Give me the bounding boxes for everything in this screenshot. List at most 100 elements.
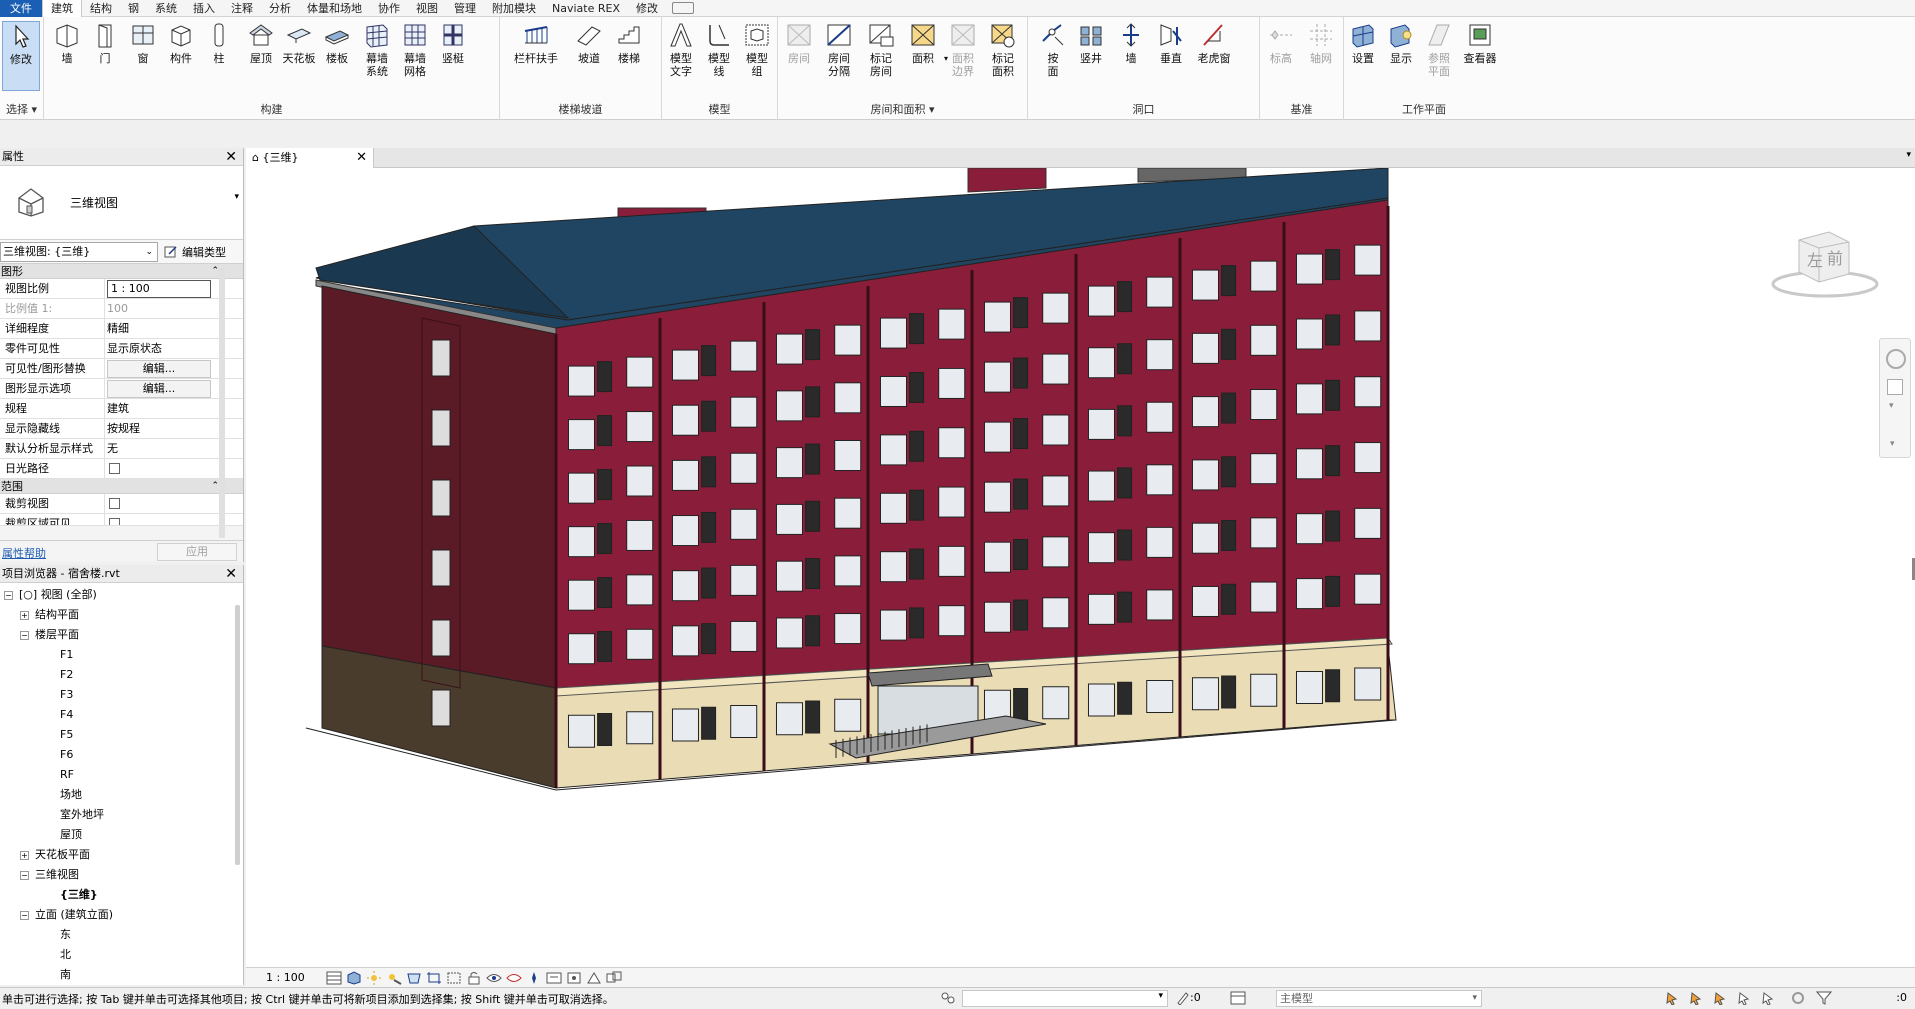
curtain-grid-tool[interactable]: 幕墙 网格 xyxy=(396,21,434,78)
select-underlay-icon[interactable] xyxy=(1690,991,1706,1005)
menu-manage[interactable]: 管理 xyxy=(446,0,484,17)
area-tool[interactable]: 面积 ▾ xyxy=(904,21,948,65)
collapse-icon[interactable]: − xyxy=(20,630,29,640)
wall-tool[interactable]: 墙 xyxy=(48,21,86,65)
properties-help-link[interactable]: 属性帮助 xyxy=(2,545,46,561)
tab-3d-view[interactable]: ⌂ {三维} ✕ xyxy=(246,148,374,168)
collapse-icon[interactable]: ⌃ xyxy=(211,479,219,494)
tag-room-tool[interactable]: 标记 房间 xyxy=(862,21,900,78)
edit-type-button[interactable]: 编辑类型 xyxy=(164,244,226,260)
ceiling-tool[interactable]: 天花板 xyxy=(280,21,318,65)
collapse-icon[interactable]: − xyxy=(20,910,29,920)
tree-item[interactable]: − 立面 (建筑立面) xyxy=(0,905,231,925)
drag-elements-icon[interactable] xyxy=(1762,991,1778,1005)
unlock-3d-icon[interactable] xyxy=(466,971,482,985)
select-by-face-icon[interactable] xyxy=(1738,991,1754,1005)
temp-properties-icon[interactable] xyxy=(526,971,542,985)
browser-scrollbar[interactable] xyxy=(235,605,240,865)
menu-massing-site[interactable]: 体量和场地 xyxy=(299,0,370,17)
select-group-label[interactable]: 选择 ▾ xyxy=(0,102,43,118)
column-tool[interactable]: 柱 xyxy=(200,21,238,65)
expand-icon[interactable]: + xyxy=(20,610,29,620)
tree-item[interactable]: + 天花板平面 xyxy=(0,845,231,865)
tree-item[interactable]: F3 xyxy=(0,685,231,705)
tree-item[interactable]: RF xyxy=(0,765,231,785)
menu-modify[interactable]: 修改 xyxy=(628,0,666,17)
tree-item[interactable]: 屋顶 xyxy=(0,825,231,845)
close-icon[interactable]: ✕ xyxy=(225,565,237,583)
3d-viewport[interactable]: 左 前 ▾ ▾ xyxy=(246,168,1915,967)
steering-wheel-icon[interactable] xyxy=(1886,349,1906,369)
filter-icon[interactable] xyxy=(1816,991,1832,1005)
graphics-category[interactable]: 图形 ⌃ xyxy=(0,264,243,279)
grid-tool[interactable]: 轴网 xyxy=(1302,21,1340,65)
roof-tool[interactable]: 屋顶 xyxy=(242,21,280,65)
tree-item[interactable]: 室外地坪 xyxy=(0,805,231,825)
close-icon[interactable]: ✕ xyxy=(356,148,367,168)
tree-item[interactable]: {三维} xyxy=(0,885,231,905)
menu-architecture[interactable]: 建筑 xyxy=(42,0,82,17)
expand-icon[interactable]: + xyxy=(20,850,29,860)
stair-tool[interactable]: 楼梯 xyxy=(610,21,648,65)
sun-path-checkbox[interactable] xyxy=(109,463,120,474)
properties-scrollbar[interactable] xyxy=(219,268,225,538)
curtain-system-tool[interactable]: 幕墙 系统 xyxy=(358,21,396,78)
ref-plane-tool[interactable]: 参照 平面 xyxy=(1420,21,1458,78)
background-process-icon[interactable] xyxy=(1790,991,1806,1005)
view-instance-dropdown[interactable]: 三维视图: {三维} ⌄ xyxy=(0,241,158,262)
dormer-tool[interactable]: 老虎窗 xyxy=(1190,21,1238,65)
detail-level-icon[interactable] xyxy=(326,971,342,985)
modify-tool[interactable]: 修改 xyxy=(2,21,40,91)
temp-hide-icon[interactable] xyxy=(486,971,502,985)
select-links-icon[interactable] xyxy=(1666,991,1682,1005)
railing-tool[interactable]: 栏杆扶手 xyxy=(506,21,566,65)
graphic-display-edit-button[interactable]: 编辑... xyxy=(107,380,211,398)
menu-insert[interactable]: 插入 xyxy=(185,0,223,17)
door-tool[interactable]: 门 xyxy=(86,21,124,65)
tree-item[interactable]: + 结构平面 xyxy=(0,605,231,625)
crop-view-icon[interactable] xyxy=(426,971,442,985)
collapse-icon[interactable]: − xyxy=(4,590,13,600)
collapse-icon[interactable]: ⌃ xyxy=(211,264,219,279)
menu-steel[interactable]: 钢 xyxy=(120,0,147,17)
extents-category[interactable]: 范围 ⌃ xyxy=(0,479,243,494)
shaft-tool[interactable]: 竖井 xyxy=(1072,21,1110,65)
shadows-icon[interactable] xyxy=(386,971,402,985)
menu-annotate[interactable]: 注释 xyxy=(223,0,261,17)
zoom-menu-icon[interactable]: ▾ xyxy=(1889,401,1894,411)
show-workplane-tool[interactable]: 显示 xyxy=(1382,21,1420,65)
vertical-opening-tool[interactable]: 垂直 xyxy=(1152,21,1190,65)
chevron-down-icon[interactable]: ▾ xyxy=(234,192,239,202)
menu-systems[interactable]: 系统 xyxy=(147,0,185,17)
worksets-icon[interactable] xyxy=(940,991,956,1005)
tab-menu-icon[interactable]: ▾ xyxy=(1906,150,1911,160)
tree-item[interactable]: − [○] 视图 (全部) xyxy=(0,585,231,605)
design-options-icon[interactable] xyxy=(1230,991,1246,1005)
highlight-displacement-icon[interactable] xyxy=(606,971,622,985)
room-separator-tool[interactable]: 房间 分隔 xyxy=(820,21,858,78)
ribbon-toggle-icon[interactable] xyxy=(671,2,694,14)
render-icon[interactable] xyxy=(406,971,422,985)
menu-structure[interactable]: 结构 xyxy=(82,0,120,17)
by-face-tool[interactable]: 按 面 xyxy=(1034,21,1072,78)
tree-item[interactable]: 场地 xyxy=(0,785,231,805)
ramp-tool[interactable]: 坡道 xyxy=(570,21,608,65)
tree-item[interactable]: F5 xyxy=(0,725,231,745)
tree-item[interactable]: F1 xyxy=(0,645,231,665)
tree-item[interactable]: − 楼层平面 xyxy=(0,625,231,645)
mullion-tool[interactable]: 竖梃 xyxy=(434,21,472,65)
type-selector[interactable]: 三维视图 ▾ xyxy=(0,166,243,240)
reveal-hidden-icon[interactable] xyxy=(506,971,522,985)
tree-item[interactable]: 北 xyxy=(0,945,231,965)
analytical-model-icon[interactable] xyxy=(566,971,582,985)
zoom-icon[interactable] xyxy=(1887,379,1903,395)
room-area-group-label[interactable]: 房间和面积 ▾ xyxy=(778,102,1027,118)
viewer-tool[interactable]: 查看器 xyxy=(1458,21,1502,65)
area-boundary-tool[interactable]: 面积 边界 xyxy=(944,21,982,78)
editable-only-icon[interactable] xyxy=(1176,991,1190,1005)
sun-path-icon[interactable] xyxy=(366,970,382,985)
menu-file[interactable]: 文件 xyxy=(0,0,42,17)
navbar-menu-icon[interactable]: ▾ xyxy=(1890,439,1895,449)
model-text-tool[interactable]: 模型 文字 xyxy=(662,21,700,78)
window-tool[interactable]: 窗 xyxy=(124,21,162,65)
